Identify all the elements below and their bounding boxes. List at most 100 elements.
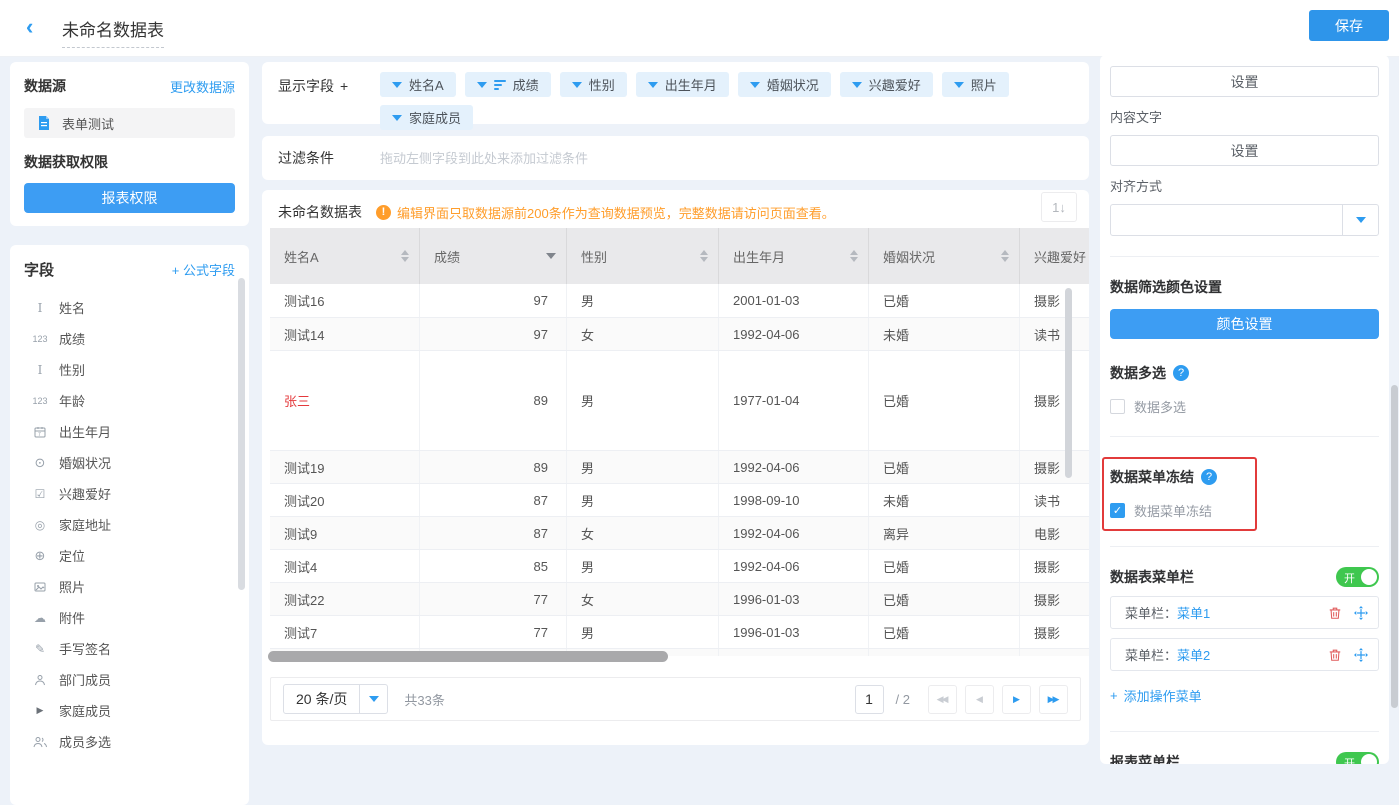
table-row[interactable]: 测试777男1996-01-03已婚摄影: [270, 616, 1089, 649]
datasource-item[interactable]: 表单测试: [24, 108, 235, 138]
title-text-set-button[interactable]: 设置: [1110, 66, 1379, 97]
trash-icon[interactable]: [1328, 648, 1342, 662]
help-icon[interactable]: ?: [1201, 469, 1217, 485]
sort-icon[interactable]: [700, 250, 708, 262]
table-column-header[interactable]: 性别: [567, 228, 719, 284]
field-item-性别[interactable]: I性别: [24, 354, 235, 385]
table-menu-toggle[interactable]: 开: [1336, 567, 1379, 587]
field-item-年龄[interactable]: 123年龄: [24, 385, 235, 416]
add-menu-link[interactable]: +添加操作菜单: [1110, 686, 1202, 705]
fields-scrollbar[interactable]: [238, 278, 245, 590]
page-title[interactable]: 未命名数据表: [62, 16, 164, 48]
content-text-set-button[interactable]: 设置: [1110, 135, 1379, 166]
help-icon[interactable]: ?: [1173, 365, 1189, 381]
display-field-chip[interactable]: 姓名A: [380, 72, 456, 97]
sort-tool-button[interactable]: 1↓: [1041, 192, 1077, 222]
table-column-header[interactable]: 姓名A: [270, 228, 420, 284]
menu-item-name-link[interactable]: 菜单2: [1177, 645, 1210, 664]
color-set-button[interactable]: 颜色设置: [1110, 309, 1379, 339]
table-column-header[interactable]: 出生年月: [719, 228, 869, 284]
window-scrollbar[interactable]: [1391, 385, 1398, 708]
field-item-家庭成员[interactable]: ▶家庭成员: [24, 695, 235, 726]
sort-icon[interactable]: [1001, 250, 1009, 262]
chip-label: 出生年月: [665, 75, 717, 94]
table-cell: 摄影: [1020, 284, 1089, 317]
table-row[interactable]: 测试2087男1998-09-10未婚读书: [270, 484, 1089, 517]
sort-icon[interactable]: [401, 250, 409, 262]
report-menu-toggle[interactable]: 开: [1336, 752, 1379, 764]
menu-item-name-link[interactable]: 菜单1: [1177, 603, 1210, 622]
field-item-定位[interactable]: ⊕定位: [24, 540, 235, 571]
add-display-field-button[interactable]: +: [340, 78, 348, 94]
filter-dropzone[interactable]: 拖动左侧字段到此处来添加过滤条件: [380, 148, 588, 168]
number-icon: 123: [30, 396, 50, 406]
page-size-select[interactable]: 20 条/页: [283, 684, 388, 714]
move-icon[interactable]: [1354, 606, 1368, 620]
table-cell: 97: [420, 318, 567, 350]
field-item-婚姻状况[interactable]: ⊙婚姻状况: [24, 447, 235, 478]
table-row[interactable]: 测试485男1992-04-06已婚摄影: [270, 550, 1089, 583]
menu-bar-item[interactable]: 菜单栏：菜单2: [1110, 638, 1379, 671]
table-row[interactable]: 测试2277女1996-01-03已婚摄影: [270, 583, 1089, 616]
formula-field-link[interactable]: + 公式字段: [172, 260, 235, 279]
display-field-chip[interactable]: 婚姻状况: [738, 72, 831, 97]
display-field-chip[interactable]: 出生年月: [636, 72, 729, 97]
move-icon[interactable]: [1354, 648, 1368, 662]
sort-icon[interactable]: [850, 250, 858, 262]
table-row[interactable]: 测试1497女1992-04-06未婚读书: [270, 318, 1089, 351]
table-row[interactable]: 测试1697男2001-01-03已婚摄影: [270, 284, 1089, 318]
back-icon[interactable]: ‹: [26, 14, 33, 40]
page-number-input[interactable]: [855, 685, 884, 714]
chevron-down-icon[interactable]: [750, 82, 760, 88]
table-row[interactable]: 张三89男1977-01-04已婚摄影: [270, 351, 1089, 451]
field-item-成绩[interactable]: 123成绩: [24, 323, 235, 354]
report-permission-button[interactable]: 报表权限: [24, 183, 235, 213]
chevron-down-icon[interactable]: [648, 82, 658, 88]
save-button[interactable]: 保存: [1309, 10, 1389, 41]
chevron-down-icon[interactable]: [954, 82, 964, 88]
checkbox-unchecked-icon[interactable]: [1110, 399, 1125, 414]
table-row[interactable]: 测试987女1992-04-06离异电影: [270, 517, 1089, 550]
table-cell: 男: [567, 484, 719, 516]
display-field-chip[interactable]: 兴趣爱好: [840, 72, 933, 97]
trash-icon[interactable]: [1328, 606, 1342, 620]
field-item-出生年月[interactable]: 7出生年月: [24, 416, 235, 447]
last-page-button[interactable]: ▶▶: [1039, 685, 1068, 714]
table-column-header[interactable]: 兴趣爱好: [1020, 228, 1089, 284]
table-vertical-scrollbar[interactable]: [1065, 288, 1072, 478]
change-datasource-link[interactable]: 更改数据源: [170, 77, 235, 96]
table-row[interactable]: 测试1989男1992-04-06已婚摄影: [270, 451, 1089, 484]
field-item-附件[interactable]: ☁附件: [24, 602, 235, 633]
multi-select-checkbox-row[interactable]: 数据多选: [1110, 397, 1379, 416]
field-item-兴趣爱好[interactable]: ☑兴趣爱好: [24, 478, 235, 509]
align-select[interactable]: [1110, 204, 1379, 236]
field-item-部门成员[interactable]: 部门成员: [24, 664, 235, 695]
table-horizontal-scrollbar[interactable]: [268, 651, 668, 662]
total-count: 共33条: [404, 690, 444, 709]
display-field-chip[interactable]: 成绩: [465, 72, 551, 97]
table-column-header[interactable]: 成绩: [420, 228, 567, 284]
next-page-button[interactable]: ▶: [1002, 685, 1031, 714]
field-item-姓名[interactable]: I姓名: [24, 292, 235, 323]
display-field-chip[interactable]: 性别: [560, 72, 627, 97]
table-column-header[interactable]: 婚姻状况: [869, 228, 1020, 284]
field-item-照片[interactable]: 照片: [24, 571, 235, 602]
display-field-chip[interactable]: 家庭成员: [380, 105, 473, 130]
display-field-chip[interactable]: 照片: [942, 72, 1009, 97]
sort-descending-icon[interactable]: [546, 253, 556, 259]
chevron-down-icon[interactable]: [852, 82, 862, 88]
menu-bar-item[interactable]: 菜单栏：菜单1: [1110, 596, 1379, 629]
freeze-checkbox-row[interactable]: ✓ 数据菜单冻结: [1110, 501, 1371, 520]
field-item-手写签名[interactable]: ✎手写签名: [24, 633, 235, 664]
chevron-down-icon[interactable]: [572, 82, 582, 88]
table-cell: 测试14: [270, 318, 420, 350]
chevron-down-icon[interactable]: [392, 115, 402, 121]
field-item-成员多选[interactable]: 成员多选: [24, 726, 235, 757]
first-page-button[interactable]: ◀◀: [928, 685, 957, 714]
chevron-down-icon[interactable]: [477, 82, 487, 88]
table-cell: 测试16: [270, 284, 420, 317]
checkbox-checked-icon[interactable]: ✓: [1110, 503, 1125, 518]
chevron-down-icon[interactable]: [392, 82, 402, 88]
field-item-家庭地址[interactable]: ◎家庭地址: [24, 509, 235, 540]
prev-page-button[interactable]: ◀: [965, 685, 994, 714]
